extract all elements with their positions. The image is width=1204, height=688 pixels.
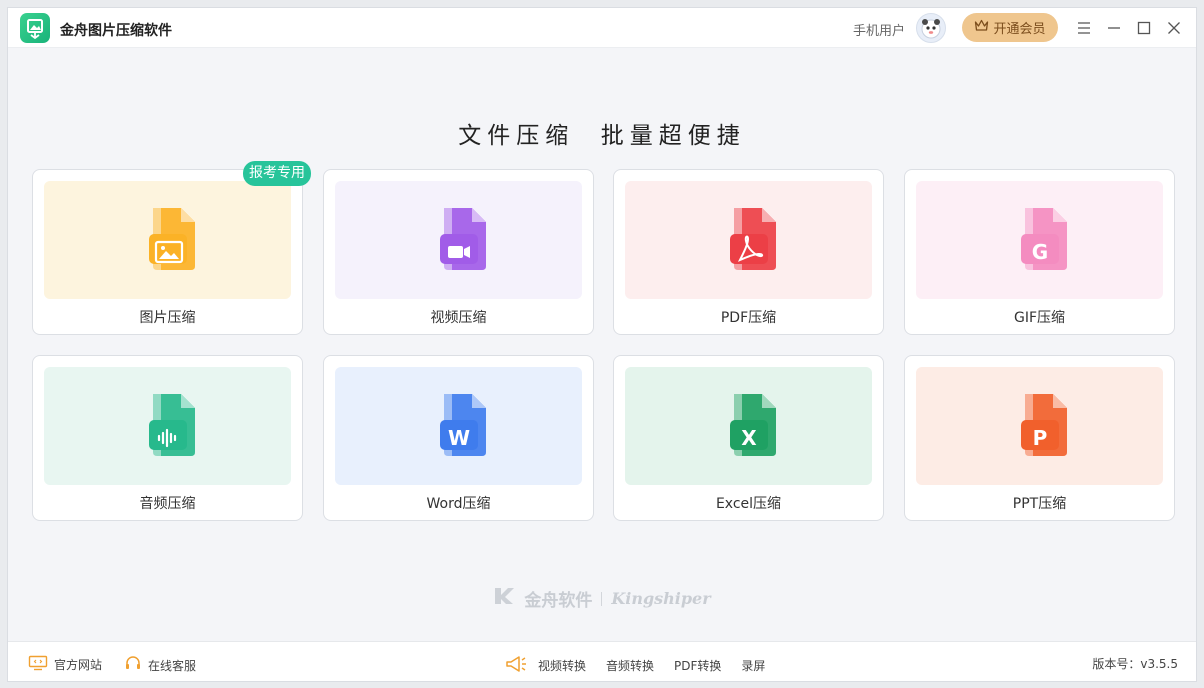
avatar[interactable]: [916, 13, 946, 43]
close-icon[interactable]: [1164, 18, 1184, 38]
app-title: 金舟图片压缩软件: [60, 23, 172, 39]
card-label: 图片压缩: [139, 310, 196, 326]
app-logo-icon: [20, 13, 50, 43]
card-tile: P: [916, 367, 1163, 485]
compress-card[interactable]: 音频压缩: [32, 355, 303, 521]
excel-file-icon: X: [714, 388, 784, 464]
ppt-file-icon: P: [1005, 388, 1075, 464]
card-label: 视频压缩: [430, 310, 487, 326]
compress-card[interactable]: 视频压缩: [323, 169, 594, 335]
pdf-file-icon: [714, 202, 784, 278]
website-link[interactable]: 官方网站: [28, 655, 102, 674]
vip-button[interactable]: 开通会员: [962, 13, 1058, 42]
compress-card[interactable]: P PPT压缩: [904, 355, 1175, 521]
svg-text:X: X: [741, 426, 757, 450]
headline: 文件压缩 批量超便捷: [458, 123, 746, 149]
website-link-label: 官方网站: [54, 658, 103, 672]
svg-text:W: W: [447, 426, 469, 450]
card-tile: W: [335, 367, 582, 485]
app-window: 金舟图片压缩软件 手机用户 开通会员 文件压缩 批量超便捷 图片压缩 报考专用 …: [7, 7, 1197, 682]
brand-logo-icon: [493, 586, 515, 611]
support-link[interactable]: 在线客服: [124, 655, 196, 675]
card-label: PPT压缩: [1012, 496, 1067, 512]
compress-card[interactable]: PDF压缩: [613, 169, 884, 335]
audio-file-icon: [133, 388, 203, 464]
card-label: PDF压缩: [720, 310, 777, 326]
menu-icon[interactable]: [1074, 18, 1094, 38]
card-label: Word压缩: [426, 496, 491, 512]
user-name[interactable]: 手机用户: [853, 20, 905, 39]
exam-badge: 报考专用: [243, 161, 311, 186]
tool-link-pdf-convert[interactable]: PDF转换: [674, 657, 721, 674]
svg-text:P: P: [1032, 426, 1047, 450]
compress-card[interactable]: W Word压缩: [323, 355, 594, 521]
svg-text:G: G: [1031, 240, 1047, 264]
crown-icon: [974, 19, 989, 36]
card-tile: G: [916, 181, 1163, 299]
gif-file-icon: G: [1005, 202, 1075, 278]
compress-card[interactable]: G GIF压缩: [904, 169, 1175, 335]
megaphone-icon: [505, 655, 527, 676]
brand-divider: [601, 591, 603, 606]
card-tile: [625, 181, 872, 299]
monitor-icon: [28, 655, 48, 674]
version-label: 版本号：v3.5.5: [1092, 657, 1178, 671]
card-tile: [44, 181, 291, 299]
headset-icon: [124, 655, 142, 675]
vip-button-label: 开通会员: [993, 22, 1046, 37]
maximize-icon[interactable]: [1134, 18, 1154, 38]
card-label: Excel压缩: [715, 496, 782, 512]
tool-link-audio-convert[interactable]: 音频转换: [606, 657, 654, 674]
compress-card[interactable]: 图片压缩 报考专用: [32, 161, 311, 335]
word-file-icon: W: [424, 388, 494, 464]
card-label: 音频压缩: [139, 496, 196, 512]
footer-bar: 官方网站 在线客服 视频转换 音频转换 PDF转换 录屏 版本号：v3.5.5: [8, 641, 1196, 681]
tool-link-video-convert[interactable]: 视频转换: [538, 657, 586, 674]
brand-watermark: 金舟软件 Kingshiper: [8, 586, 1196, 611]
title-bar: 金舟图片压缩软件 手机用户 开通会员: [8, 8, 1196, 48]
card-tile: X: [625, 367, 872, 485]
brand-name-cn: 金舟软件: [524, 591, 593, 611]
minimize-icon[interactable]: [1104, 18, 1124, 38]
compress-card[interactable]: X Excel压缩: [613, 355, 884, 521]
card-label: GIF压缩: [1013, 310, 1066, 326]
brand-name-en: Kingshiper: [611, 589, 711, 608]
card-tile: [335, 181, 582, 299]
image-file-icon: [133, 202, 203, 278]
tool-links: 视频转换 音频转换 PDF转换 录屏: [505, 655, 765, 676]
tool-link-screen-record[interactable]: 录屏: [741, 657, 765, 674]
video-file-icon: [424, 202, 494, 278]
support-link-label: 在线客服: [148, 658, 197, 673]
card-tile: [44, 367, 291, 485]
